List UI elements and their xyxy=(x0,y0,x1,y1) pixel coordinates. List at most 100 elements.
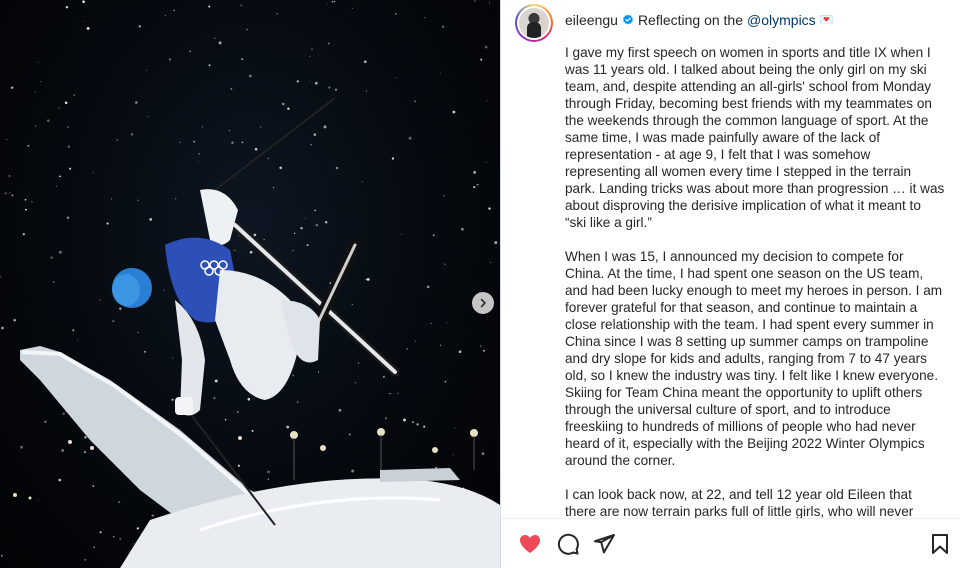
snow-particle xyxy=(171,398,174,401)
snow-particle xyxy=(13,319,16,322)
snow-particle xyxy=(335,166,339,170)
snow-particle xyxy=(24,208,27,211)
snow-particle xyxy=(214,379,218,383)
snow-particle xyxy=(208,5,211,8)
snow-particle xyxy=(93,546,95,548)
username-link[interactable]: eileengu xyxy=(565,11,618,29)
post-details-panel: eileengu Reflecting on the @olympics 💌 I… xyxy=(501,0,960,568)
snow-particle xyxy=(230,87,233,90)
snow-particle xyxy=(86,26,90,30)
snow-particle xyxy=(83,20,85,22)
snow-particle xyxy=(292,250,294,252)
snow-particle xyxy=(110,198,113,200)
snow-particle xyxy=(248,74,252,78)
snow-particle xyxy=(251,429,254,432)
snow-particle xyxy=(224,418,227,421)
snow-particle xyxy=(214,37,216,39)
snow-particle xyxy=(193,141,195,143)
snow-particle xyxy=(313,133,317,136)
snow-particle xyxy=(354,382,356,384)
snow-particle xyxy=(65,5,69,9)
snow-particle xyxy=(253,233,257,237)
snow-particle xyxy=(406,347,409,350)
snow-particle xyxy=(365,278,367,281)
snow-particle xyxy=(164,15,166,17)
snow-particle xyxy=(473,171,476,174)
snow-particle xyxy=(328,86,331,89)
snow-particle xyxy=(163,289,165,291)
snow-particle xyxy=(486,100,488,102)
avatar[interactable] xyxy=(515,4,553,42)
snow-particle xyxy=(73,94,75,96)
verified-badge-icon xyxy=(622,14,634,26)
snow-particle xyxy=(112,535,115,538)
snow-particle xyxy=(441,25,445,28)
snow-particle xyxy=(118,501,121,504)
snow-particle xyxy=(326,3,328,5)
save-button[interactable] xyxy=(928,532,952,556)
snow-particle xyxy=(414,100,416,103)
snow-particle xyxy=(179,141,181,144)
snow-particle xyxy=(327,42,330,45)
snow-particle xyxy=(309,80,311,82)
snow-particle xyxy=(237,411,239,413)
snow-particle xyxy=(454,427,456,429)
caption-paragraph: I can look back now, at 22, and tell 12 … xyxy=(565,487,914,518)
snow-particle xyxy=(31,201,33,203)
snow-particle xyxy=(473,185,476,189)
snow-particle xyxy=(382,375,385,378)
share-button[interactable] xyxy=(592,532,616,556)
caption-header: eileengu Reflecting on the @olympics 💌 xyxy=(565,11,833,29)
comment-bubble-icon xyxy=(557,533,579,555)
snow-particle xyxy=(351,469,355,473)
snow-particle xyxy=(309,56,311,57)
snow-particle xyxy=(213,396,216,400)
next-image-button[interactable] xyxy=(472,292,494,314)
snow-particle xyxy=(62,412,65,416)
snow-particle xyxy=(272,187,275,189)
snow-particle xyxy=(333,0,336,3)
snow-particle xyxy=(408,136,412,140)
snow-particle xyxy=(197,152,201,155)
snow-particle xyxy=(452,110,456,114)
snow-particle xyxy=(403,418,406,422)
snow-particle xyxy=(240,4,242,6)
snow-particle xyxy=(4,192,7,195)
love-letter-emoji: 💌 xyxy=(819,14,834,26)
snow-particle xyxy=(83,451,87,454)
snow-particle xyxy=(488,2,491,4)
snow-particle xyxy=(64,101,68,105)
comment-button[interactable] xyxy=(556,532,580,556)
snow-particle xyxy=(351,303,353,306)
snow-particle xyxy=(58,250,62,254)
snow-particle xyxy=(116,139,119,141)
snow-particle xyxy=(394,12,397,15)
snow-particle xyxy=(426,285,430,289)
snow-particle xyxy=(287,107,290,110)
like-button[interactable] xyxy=(518,532,542,556)
snow-particle xyxy=(391,157,395,160)
snow-particle xyxy=(6,138,8,140)
snow-particle xyxy=(254,147,258,151)
snow-particle xyxy=(9,192,11,194)
snow-particle xyxy=(435,466,438,469)
snow-particle xyxy=(238,235,240,236)
snow-particle xyxy=(137,199,139,202)
snow-particle xyxy=(218,41,222,45)
snow-particle xyxy=(306,244,309,247)
snow-particle xyxy=(484,45,488,49)
snow-particle xyxy=(151,514,154,517)
snow-particle xyxy=(490,261,492,263)
mention-link[interactable]: @olympics xyxy=(747,11,816,29)
snow-particle xyxy=(444,263,446,266)
snow-particle xyxy=(314,209,316,212)
snow-particle xyxy=(198,160,200,162)
snow-particle xyxy=(1,326,4,330)
snow-particle xyxy=(397,392,399,394)
snow-particle xyxy=(476,183,479,186)
snow-particle xyxy=(241,58,244,61)
snow-particle xyxy=(267,470,270,474)
snow-particle xyxy=(267,157,270,160)
snow-particle xyxy=(260,126,262,128)
caption-paragraph: I gave my first speech on women in sport… xyxy=(565,45,945,230)
